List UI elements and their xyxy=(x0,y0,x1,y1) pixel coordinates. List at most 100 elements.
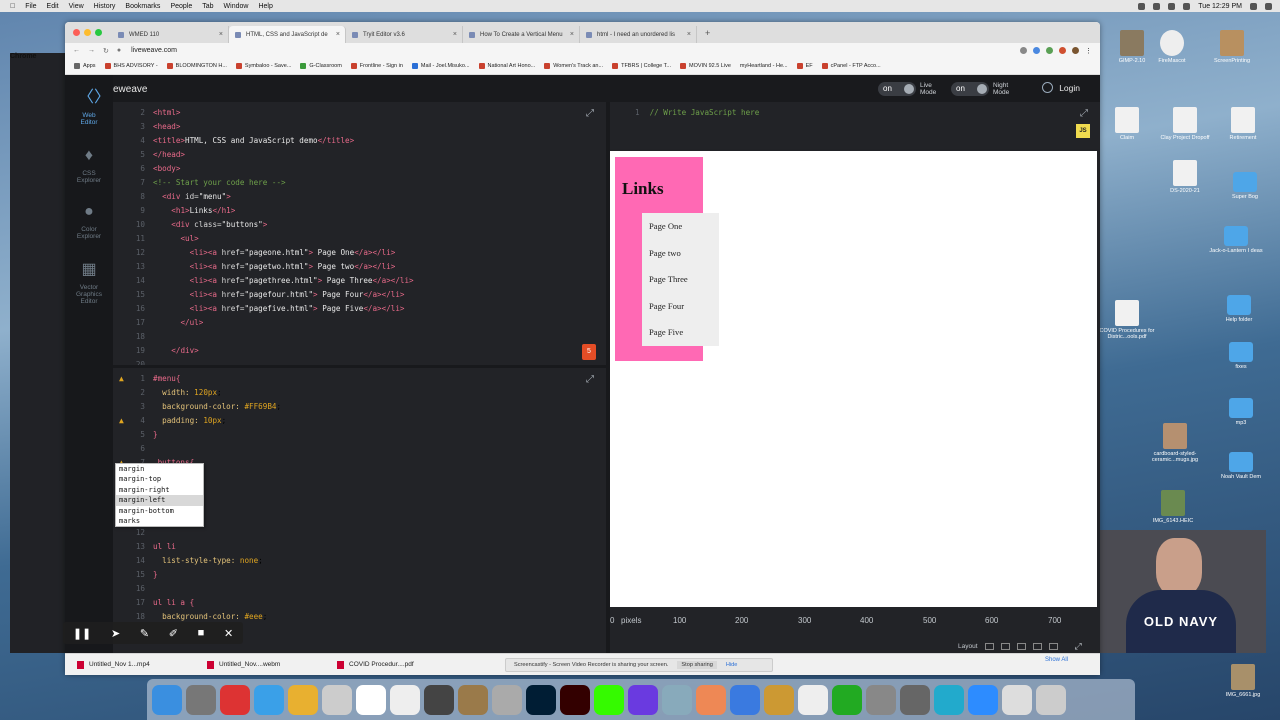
close-tab-icon[interactable]: × xyxy=(687,31,691,38)
code-line[interactable]: 8 <div id="menu"> xyxy=(113,190,606,204)
menu-history[interactable]: History xyxy=(94,3,116,10)
tab-wmed[interactable]: WMED 110 × xyxy=(112,26,229,43)
code-line[interactable]: ▲ 1 #menu{ xyxy=(113,372,606,386)
line-code[interactable]: ul li xyxy=(153,540,176,554)
menu-file[interactable]: File xyxy=(25,3,36,10)
line-code[interactable]: <div class="buttons"> xyxy=(153,218,267,232)
line-code[interactable]: <li><a href="pagefour.html"> Page Four</… xyxy=(153,288,405,302)
battery-icon[interactable] xyxy=(1183,2,1191,10)
close-tab-icon[interactable]: × xyxy=(219,31,223,38)
desktop-icon-mp3[interactable]: mp3 xyxy=(1206,398,1276,426)
trash-icon[interactable] xyxy=(1036,684,1066,715)
mail-icon[interactable] xyxy=(322,684,352,715)
preview-link-page-two[interactable]: Page two xyxy=(642,240,719,267)
code-line[interactable]: 18 xyxy=(113,330,606,344)
code-line[interactable]: 6 xyxy=(113,442,606,456)
new-tab-button[interactable]: + xyxy=(705,28,710,38)
app-brand[interactable]: veweave xyxy=(108,84,147,95)
expand-html-icon[interactable]: ⤢ xyxy=(586,108,594,119)
code-line[interactable]: 9 <h1>Links</h1> xyxy=(113,204,606,218)
volume-icon[interactable] xyxy=(1168,2,1176,10)
bookmark-item[interactable]: BLOOMINGTON H... xyxy=(166,63,227,69)
line-code[interactable]: </div> xyxy=(153,344,198,358)
control-center-icon[interactable] xyxy=(1265,2,1272,10)
code-line[interactable]: 12 xyxy=(113,526,606,540)
stop-sharing-button[interactable]: Stop sharing xyxy=(677,661,717,669)
sidebar-item-css-explorer[interactable]: ♦ CSS Explorer xyxy=(65,145,113,184)
layout-option-icon[interactable] xyxy=(1048,643,1058,650)
line-code[interactable]: <li><a href="pagetwo.html"> Page two</a>… xyxy=(153,260,396,274)
url-field[interactable]: liveweave.com xyxy=(131,47,177,54)
app-icon[interactable] xyxy=(220,684,250,715)
imovie-icon[interactable] xyxy=(628,684,658,715)
close-tab-icon[interactable]: × xyxy=(453,31,457,38)
extension-icon[interactable] xyxy=(1059,47,1066,54)
fullscreen-icon[interactable]: ⤢ xyxy=(1075,641,1082,652)
line-code[interactable]: background-color: #FF69B4; xyxy=(153,400,281,414)
code-line[interactable]: 19 </div> xyxy=(113,344,606,358)
tab-unordered-list[interactable]: html - I need an unordered lis × xyxy=(580,26,697,43)
desktop-icon-super-bog[interactable]: Super Bog xyxy=(1210,172,1280,200)
line-code[interactable]: <li><a href="pagefive.html"> Page Five</… xyxy=(153,302,405,316)
line-code[interactable]: #menu{ xyxy=(153,372,180,386)
lock-icon[interactable]: ● xyxy=(117,47,121,54)
desktop-icon-noah-vault[interactable]: Noah Vault Dem xyxy=(1206,452,1276,480)
forward-icon[interactable]: → xyxy=(88,47,95,55)
bookmark-item[interactable]: Women's Track an... xyxy=(544,63,603,69)
system-preferences-icon[interactable] xyxy=(866,684,896,715)
bookmark-item[interactable]: cPanel - FTP Acco... xyxy=(821,63,881,69)
download-item[interactable]: Untitled_Nov....webm xyxy=(207,660,325,669)
code-line[interactable]: 5 </head> xyxy=(113,148,606,162)
js-code-line[interactable]: 1// Write JavaScript here xyxy=(635,108,759,117)
code-line[interactable]: 13 <li><a href="pagetwo.html"> Page two<… xyxy=(113,260,606,274)
autocomplete-option[interactable]: margin-top xyxy=(116,474,203,484)
login-button[interactable]: Login xyxy=(1042,82,1080,93)
preview-link-page-one[interactable]: Page One xyxy=(642,213,719,240)
expand-js-icon[interactable]: ⤢ xyxy=(1080,108,1088,119)
line-code[interactable]: </ul> xyxy=(153,316,203,330)
code-line[interactable]: 16 xyxy=(113,582,606,596)
layout-option-icon[interactable] xyxy=(1000,643,1010,650)
layout-option-icon[interactable] xyxy=(984,643,994,650)
cursor-icon[interactable]: ➤ xyxy=(111,627,120,640)
autocomplete-option[interactable]: marks xyxy=(116,516,203,526)
bookmark-item[interactable]: National Art Hono... xyxy=(478,63,535,69)
sidebar-item-color-explorer[interactable]: ● Color Explorer xyxy=(65,201,113,240)
line-code[interactable]: <body> xyxy=(153,162,180,176)
line-code[interactable]: <!-- Start your code here --> xyxy=(153,176,286,190)
bookmark-item[interactable]: BHS ADVISORY - xyxy=(104,63,158,69)
camera-icon[interactable]: ■ xyxy=(198,627,205,639)
live-mode-switch[interactable]: on xyxy=(878,82,916,96)
extension-icon[interactable] xyxy=(1046,47,1053,54)
pen-icon[interactable]: ✎ xyxy=(140,627,149,640)
numbers-icon[interactable] xyxy=(832,684,862,715)
line-code[interactable]: list-style-type: none; xyxy=(153,554,263,568)
layout-option-icon[interactable] xyxy=(1016,643,1026,650)
app-icon[interactable] xyxy=(424,684,454,715)
back-icon[interactable]: ← xyxy=(73,47,80,55)
hide-button[interactable]: Hide xyxy=(726,662,738,668)
desktop-icon-retirement[interactable]: Retirement xyxy=(1208,107,1278,141)
bookmark-apps[interactable]: Apps xyxy=(74,63,96,69)
screen-record-icon[interactable] xyxy=(1138,2,1146,10)
line-code[interactable]: <li><a href="pageone.html"> Page One</a>… xyxy=(153,246,396,260)
bookmark-item[interactable]: Symbaloo - Save... xyxy=(235,63,291,69)
zoom-icon[interactable] xyxy=(968,684,998,715)
bookmark-item[interactable]: TFBRS | College T... xyxy=(612,63,671,69)
star-icon[interactable] xyxy=(1033,47,1040,54)
eraser-icon[interactable]: ✐ xyxy=(169,627,178,640)
finder-icon[interactable] xyxy=(152,684,182,715)
menu-view[interactable]: View xyxy=(69,3,84,10)
desktop-icon-screenprinting[interactable]: ScreenPrinting xyxy=(1197,30,1267,64)
bookmark-item[interactable]: myHeartland - He... xyxy=(740,63,788,69)
zoom-window-icon[interactable] xyxy=(95,29,102,36)
app-icon[interactable] xyxy=(900,684,930,715)
preview-link-page-four[interactable]: Page Four xyxy=(642,293,719,320)
code-line[interactable]: 4 <title>HTML, CSS and JavaScript demo</t… xyxy=(113,134,606,148)
js-editor[interactable]: 1// Write JavaScript here ⤢ JS xyxy=(610,102,1100,149)
line-code[interactable]: <ul> xyxy=(153,232,198,246)
autocomplete-option[interactable]: margin xyxy=(116,464,203,474)
launchpad-icon[interactable] xyxy=(186,684,216,715)
code-line[interactable]: 5} xyxy=(113,428,606,442)
app-icon[interactable] xyxy=(764,684,794,715)
